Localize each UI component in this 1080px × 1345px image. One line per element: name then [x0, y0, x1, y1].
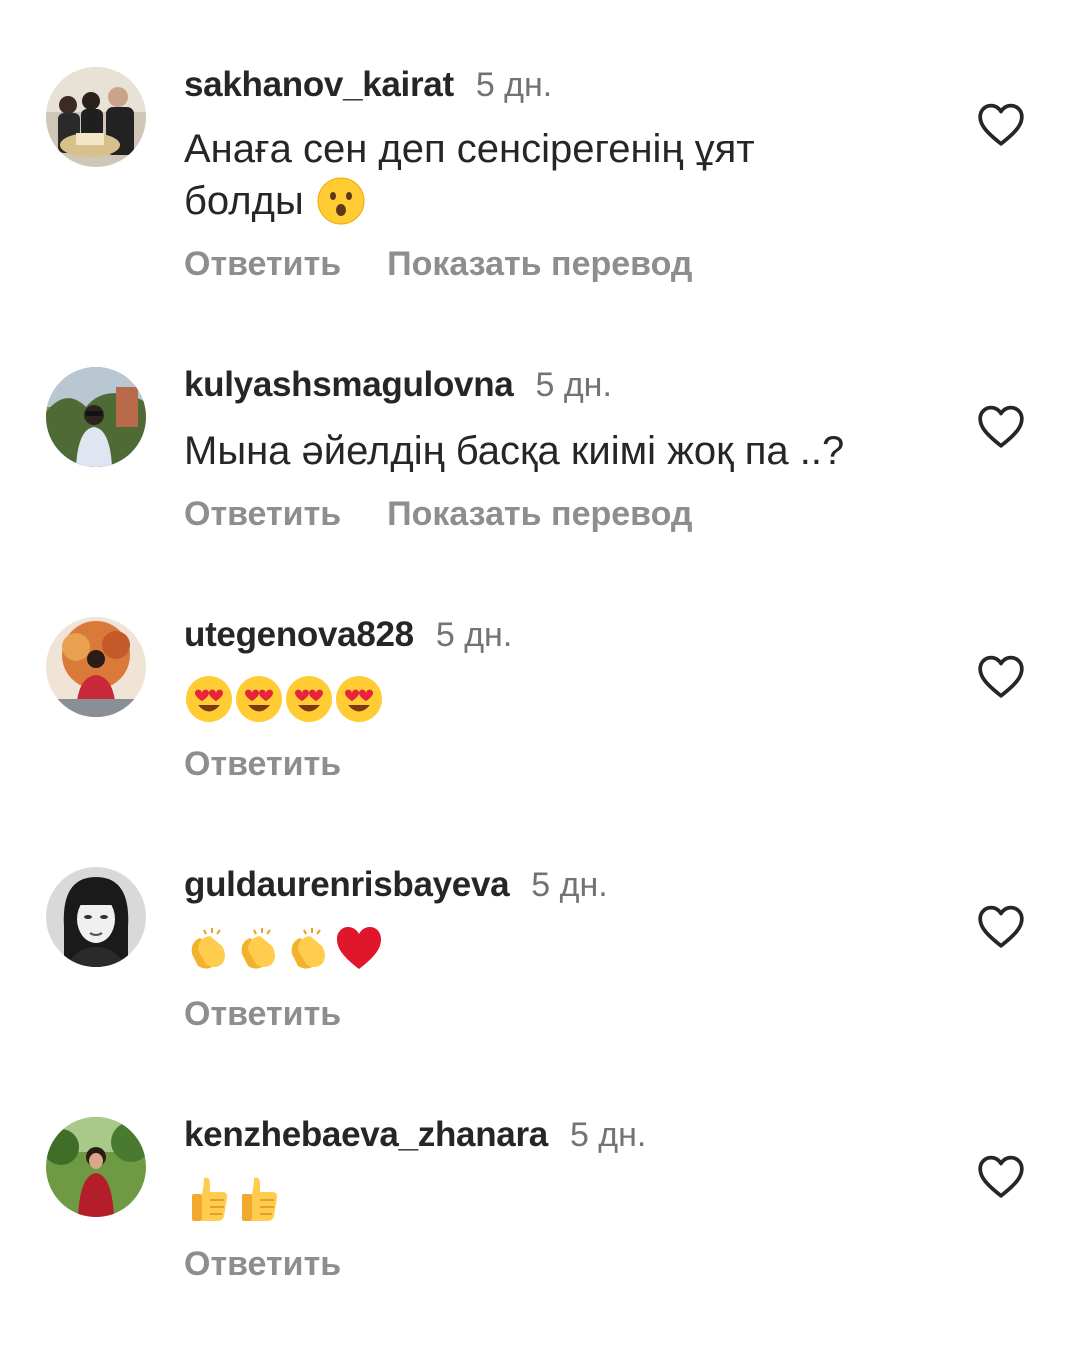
comment-time: 5 дн.: [435, 616, 513, 654]
comment-text: [184, 923, 944, 975]
avatar[interactable]: [46, 1117, 146, 1217]
show-translation-button[interactable]: Показать перевод: [387, 245, 692, 289]
comment-text: [184, 1173, 944, 1225]
clapping-hands-emoji: [191, 928, 225, 969]
heart-outline-icon[interactable]: [976, 101, 1026, 147]
comment-text: Анаға сен деп сенсірегенің ұят болды: [184, 123, 944, 227]
reply-button[interactable]: Ответить: [184, 745, 341, 789]
reply-button[interactable]: Ответить: [184, 245, 341, 289]
reply-button[interactable]: Ответить: [184, 495, 341, 539]
comment-text-line: Анаға сен деп сенсірегенің ұят: [184, 127, 755, 171]
comment-item: kulyashsmagulovna 5 дн. Мына әйелдің бас…: [0, 345, 1080, 595]
comment-username[interactable]: kulyashsmagulovna: [184, 365, 514, 405]
heart-eyes-emoji: [236, 676, 282, 722]
comment-username[interactable]: kenzhebaeva_zhanara: [184, 1115, 548, 1155]
comment-text-fragment: болды: [184, 179, 304, 223]
comment-username[interactable]: guldaurenrisbayeva: [184, 865, 510, 905]
comment-header: sakhanov_kairat 5 дн.: [184, 65, 552, 109]
comment-item: utegenova828 5 дн. Ответить: [0, 595, 1080, 845]
avatar[interactable]: [46, 617, 146, 717]
clapping-hands-emoji: [291, 928, 325, 969]
comment-time: 5 дн.: [569, 1116, 647, 1154]
comment-time: 5 дн.: [531, 866, 608, 904]
comment-text: [184, 673, 944, 725]
clapping-hands-emoji: [241, 928, 275, 969]
comment-header: utegenova828 5 дн.: [184, 615, 512, 659]
heart-outline-icon[interactable]: [976, 903, 1026, 949]
comment-item: kenzhebaeva_zhanara 5 дн. Ответить: [0, 1095, 1080, 1345]
heart-outline-icon[interactable]: [976, 653, 1026, 699]
comment-time: 5 дн.: [475, 66, 553, 104]
avatar[interactable]: [46, 67, 146, 167]
reply-button[interactable]: Ответить: [184, 995, 341, 1039]
comment-actions: Ответить Показать перевод: [184, 495, 739, 539]
comment-header: kenzhebaeva_zhanara 5 дн.: [184, 1115, 646, 1159]
avatar[interactable]: [46, 367, 146, 467]
heart-eyes-emoji: [286, 676, 332, 722]
comment-item: guldaurenrisbayeva 5 дн. Ответить: [0, 845, 1080, 1095]
comment-actions: Ответить Показать перевод: [184, 245, 739, 289]
comment-text: Мына әйелдің басқа киімі жоқ па ..?: [184, 429, 845, 473]
comment-text-line: болды: [184, 175, 944, 227]
comment-time: 5 дн.: [535, 366, 612, 404]
avatar[interactable]: [46, 867, 146, 967]
heart-outline-icon[interactable]: [976, 1153, 1026, 1199]
red-heart-emoji: [337, 927, 381, 969]
reply-button[interactable]: Ответить: [184, 1245, 341, 1289]
comments-list: sakhanov_kairat 5 дн. Анаға сен деп сенс…: [0, 0, 1080, 1335]
heart-outline-icon[interactable]: [976, 403, 1026, 449]
comment-username[interactable]: utegenova828: [184, 615, 414, 655]
hushed-face-emoji: [317, 177, 365, 225]
comment-header: kulyashsmagulovna 5 дн.: [184, 365, 612, 409]
show-translation-button[interactable]: Показать перевод: [387, 495, 692, 539]
comment-header: guldaurenrisbayeva 5 дн.: [184, 865, 608, 909]
comment-item: sakhanov_kairat 5 дн. Анаға сен деп сенс…: [0, 45, 1080, 295]
comment-actions: Ответить: [184, 995, 387, 1039]
heart-eyes-emoji: [336, 676, 382, 722]
thumbs-up-emoji: [192, 1177, 228, 1221]
thumbs-up-emoji: [242, 1177, 278, 1221]
comment-actions: Ответить: [184, 1245, 387, 1289]
comment-username[interactable]: sakhanov_kairat: [184, 65, 454, 105]
comment-actions: Ответить: [184, 745, 387, 789]
heart-eyes-emoji: [186, 676, 232, 722]
